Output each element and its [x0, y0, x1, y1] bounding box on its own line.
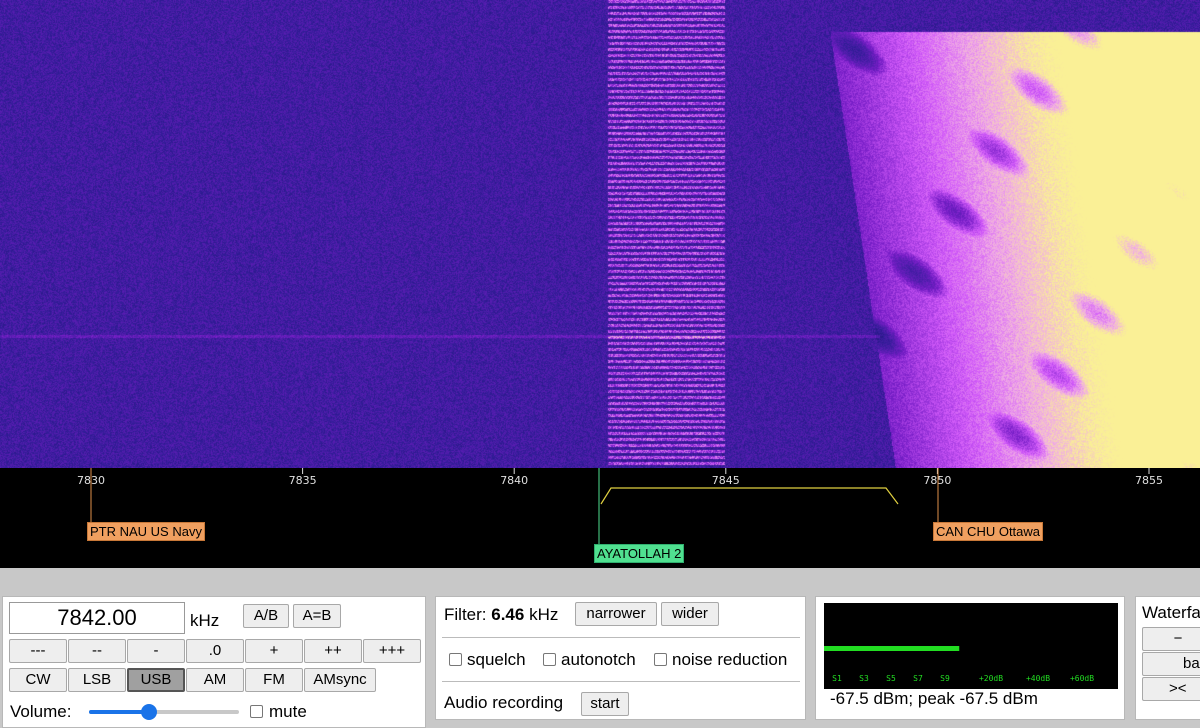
divider: [442, 637, 800, 638]
autonotch-label: autonotch: [561, 650, 636, 669]
ab-button[interactable]: A/B: [243, 604, 289, 628]
noise-reduction-label: noise reduction: [672, 650, 788, 669]
station-label-can-chu[interactable]: CAN CHU Ottawa: [933, 522, 1044, 541]
step-up-large-button[interactable]: +++: [363, 639, 421, 663]
a-equals-b-button[interactable]: A=B: [293, 604, 341, 628]
waterfall-minus-button[interactable]: −: [1142, 627, 1200, 651]
frequency-unit: kHz: [190, 611, 220, 630]
filter-unit: kHz: [529, 605, 559, 624]
waterfall-ba-button[interactable]: ba: [1142, 652, 1200, 676]
waterfall-controls-panel: Waterfall − ba ><: [1135, 596, 1200, 720]
mode-am-button[interactable]: AM: [186, 668, 244, 692]
smeter-scale-label: S3: [859, 674, 869, 683]
step-down-large-button[interactable]: ---: [9, 639, 67, 663]
smeter-bar: [824, 646, 960, 651]
volume-label: Volume:: [10, 702, 72, 721]
smeter-scale-label: +60dB: [1070, 674, 1094, 683]
frequency-scale[interactable]: 7830 7835 7840 7845 7850 7855 PTR NAU US Navy…: [0, 468, 1200, 568]
step-up-small-button[interactable]: +: [245, 639, 303, 663]
squelch-checkbox[interactable]: [449, 653, 462, 666]
waterfall-panel-title: Waterfall: [1142, 603, 1200, 622]
passband-indicator[interactable]: [600, 487, 899, 505]
smeter-scale-label: S5: [886, 674, 896, 683]
volume-slider[interactable]: [89, 704, 239, 720]
step-down-medium-button[interactable]: --: [68, 639, 126, 663]
step-down-small-button[interactable]: -: [127, 639, 185, 663]
signal-level-readout: -67.5 dBm; peak -67.5 dBm: [830, 689, 1038, 708]
filter-panel: Filter: 6.46 kHz narrower wider squelch …: [435, 596, 806, 720]
frequency-panel: 7842.00 kHz A/B A=B --- -- - .0 + ++ +++…: [2, 596, 426, 728]
tick-label: 7845: [712, 474, 740, 487]
tick-label: 7855: [1135, 474, 1163, 487]
smeter-scale-label: +40dB: [1026, 674, 1050, 683]
audio-recording-label: Audio recording: [444, 693, 564, 712]
station-label-ptr-nau[interactable]: PTR NAU US Navy: [87, 522, 205, 541]
smeter-scale-label: S1: [832, 674, 842, 683]
mute-label: mute: [269, 702, 307, 721]
mode-lsb-button[interactable]: LSB: [68, 668, 126, 692]
smeter-scale-label: S7: [913, 674, 923, 683]
noise-reduction-checkbox[interactable]: [654, 653, 667, 666]
waterfall-display[interactable]: [0, 0, 1200, 468]
mute-checkbox[interactable]: [250, 705, 263, 718]
tick-label: 7840: [500, 474, 528, 487]
frequency-input[interactable]: 7842.00: [9, 602, 185, 634]
volume-slider-thumb[interactable]: [141, 704, 157, 720]
smeter-scale-label: S9: [940, 674, 950, 683]
smeter-display: S1 S3 S5 S7 S9 +20dB +40dB +60dB: [824, 603, 1118, 689]
start-recording-button[interactable]: start: [581, 692, 629, 716]
smeter-scale-label: +20dB: [979, 674, 1003, 683]
round-frequency-button[interactable]: .0: [186, 639, 244, 663]
waterfall-collapse-button[interactable]: ><: [1142, 677, 1200, 701]
mode-amsync-button[interactable]: AMsync: [304, 668, 376, 692]
step-up-medium-button[interactable]: ++: [304, 639, 362, 663]
autonotch-checkbox[interactable]: [543, 653, 556, 666]
divider: [442, 681, 800, 682]
station-label-ayatollah[interactable]: AYATOLLAH 2: [594, 544, 685, 563]
smeter-svg: S1 S3 S5 S7 S9 +20dB +40dB +60dB: [824, 646, 1094, 683]
mode-cw-button[interactable]: CW: [9, 668, 67, 692]
filter-label: Filter:: [444, 605, 487, 624]
tick-label: 7850: [923, 474, 951, 487]
tick-label: 7835: [289, 474, 317, 487]
narrower-button[interactable]: narrower: [575, 602, 657, 626]
volume-fill: [89, 710, 149, 714]
filter-width-display: Filter: 6.46 kHz: [444, 605, 558, 625]
wider-button[interactable]: wider: [661, 602, 719, 626]
squelch-label: squelch: [467, 650, 526, 669]
filter-value: 6.46: [491, 605, 525, 624]
mode-usb-button[interactable]: USB: [127, 668, 185, 692]
mode-fm-button[interactable]: FM: [245, 668, 303, 692]
smeter-panel: S1 S3 S5 S7 S9 +20dB +40dB +60dB -67.5 dBm; pea…: [815, 596, 1125, 720]
